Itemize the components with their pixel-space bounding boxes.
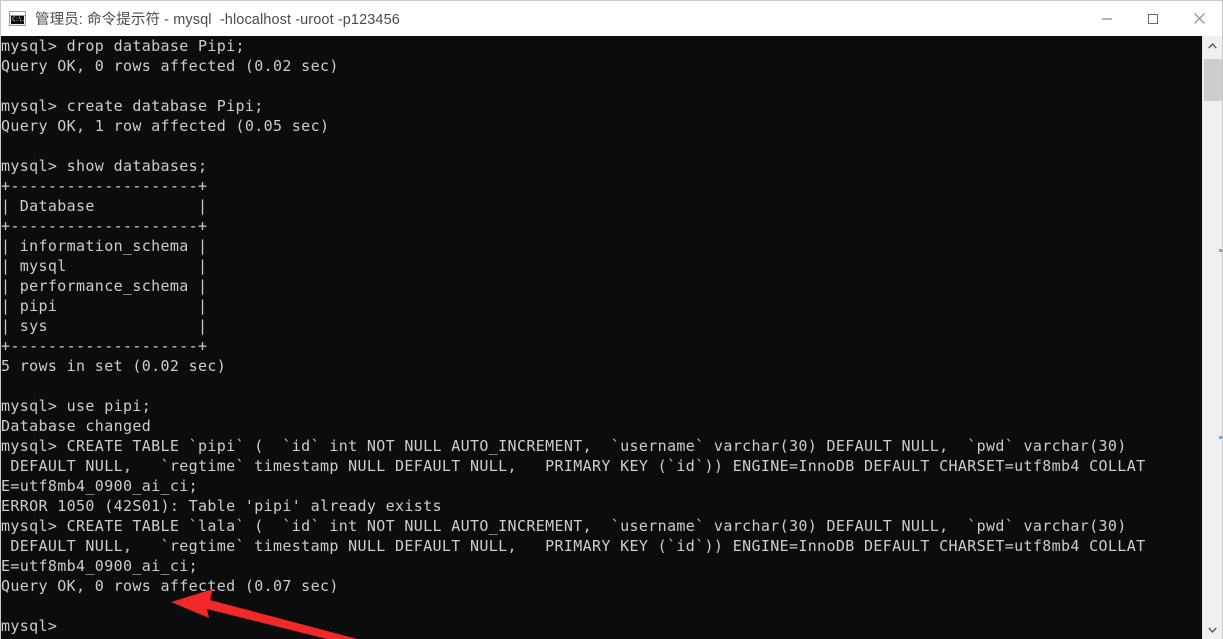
minimize-button[interactable]: [1084, 1, 1130, 36]
terminal-line: | information_schema |: [1, 237, 208, 255]
terminal-line: +--------------------+: [1, 177, 208, 195]
terminal-line: Database changed: [1, 417, 152, 435]
scrollbar-thumb[interactable]: [1204, 59, 1222, 101]
scrollbar-marker: [1219, 436, 1222, 439]
terminal-line: mysql> CREATE TABLE `pipi` ( `id` int NO…: [1, 437, 1127, 455]
terminal-line: mysql>: [1, 617, 58, 635]
terminal-line: mysql> create database Pipi;: [1, 97, 264, 115]
vertical-scrollbar[interactable]: [1202, 36, 1222, 639]
terminal-line: mysql> drop database Pipi;: [1, 37, 245, 55]
close-button[interactable]: [1176, 1, 1222, 36]
terminal-line: +--------------------+: [1, 337, 208, 355]
terminal-line: E=utf8mb4_0900_ai_ci;: [1, 477, 198, 495]
terminal-line: 5 rows in set (0.02 sec): [1, 357, 227, 375]
terminal-line: mysql> CREATE TABLE `lala` ( `id` int NO…: [1, 517, 1127, 535]
terminal-line: | performance_schema |: [1, 277, 208, 295]
title-bar[interactable]: C:\. 管理员: 命令提示符 - mysql -hlocalhost -uro…: [1, 1, 1222, 37]
terminal-line: | Database |: [1, 197, 208, 215]
terminal-line: Query OK, 0 rows affected (0.07 sec): [1, 577, 339, 595]
terminal-line: +--------------------+: [1, 217, 208, 235]
scroll-down-arrow-icon[interactable]: [1203, 620, 1222, 639]
terminal-text: mysql> drop database Pipi; Query OK, 0 ro…: [1, 36, 1145, 636]
terminal-line: E=utf8mb4_0900_ai_ci;: [1, 557, 198, 575]
terminal-line: | mysql |: [1, 257, 208, 275]
terminal-line: mysql> show databases;: [1, 157, 208, 175]
cmd-console-icon: C:\.: [9, 11, 26, 26]
terminal-line: ERROR 1050 (42S01): Table 'pipi' already…: [1, 497, 442, 515]
icon-screen-text: C:\.: [11, 16, 24, 24]
window-title: 管理员: 命令提示符 - mysql -hlocalhost -uroot -p…: [35, 12, 400, 28]
terminal-line: Query OK, 1 row affected (0.05 sec): [1, 117, 330, 135]
terminal-line: mysql> use pipi;: [1, 397, 152, 415]
terminal-line: Query OK, 0 rows affected (0.02 sec): [1, 57, 339, 75]
scroll-up-arrow-icon[interactable]: [1203, 36, 1222, 56]
window-controls: [1084, 1, 1222, 36]
console-window: C:\. 管理员: 命令提示符 - mysql -hlocalhost -uro…: [0, 0, 1223, 639]
scrollbar-marker: [1219, 249, 1222, 252]
maximize-button[interactable]: [1130, 1, 1176, 36]
terminal-output-area[interactable]: mysql> drop database Pipi; Query OK, 0 ro…: [1, 36, 1204, 639]
terminal-line: | pipi |: [1, 297, 208, 315]
terminal-line: DEFAULT NULL, `regtime` timestamp NULL D…: [1, 457, 1146, 475]
terminal-line: DEFAULT NULL, `regtime` timestamp NULL D…: [1, 537, 1146, 555]
terminal-line: | sys |: [1, 317, 208, 335]
